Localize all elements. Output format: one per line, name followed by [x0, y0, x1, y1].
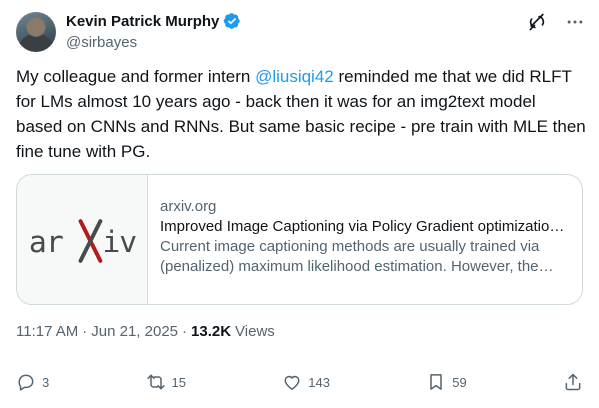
- meta-separator: ·: [82, 323, 88, 340]
- action-bar: 3 15 143 59: [16, 372, 583, 392]
- link-card[interactable]: ar iv arxiv.org Improved Image Captionin…: [16, 174, 583, 305]
- views-count[interactable]: 13.2K: [191, 323, 231, 340]
- svg-text:ar: ar: [29, 225, 63, 260]
- repost-button[interactable]: 15: [146, 372, 186, 392]
- bookmark-button[interactable]: 59: [426, 372, 467, 392]
- display-name[interactable]: Kevin Patrick Murphy: [66, 13, 219, 30]
- reply-button[interactable]: 3: [16, 372, 49, 392]
- arxiv-logo: ar iv: [29, 219, 137, 263]
- share-button[interactable]: [563, 372, 583, 392]
- card-description: Current image captioning methods are usu…: [160, 238, 540, 275]
- like-button[interactable]: 143: [282, 372, 330, 392]
- author-handle[interactable]: @sirbayes: [66, 34, 137, 51]
- card-body: arxiv.org Improved Image Captioning via …: [148, 175, 582, 304]
- tweet: Kevin Patrick Murphy @sirbayes My collea…: [0, 0, 599, 408]
- meta-separator: ·: [182, 323, 188, 340]
- verified-badge-icon: [223, 12, 241, 30]
- top-actions: [527, 12, 585, 32]
- tweet-text-before: My colleague and former intern: [16, 67, 256, 86]
- card-thumbnail: ar iv: [17, 175, 148, 304]
- tweet-date[interactable]: Jun 21, 2025: [91, 323, 178, 340]
- grok-icon[interactable]: [527, 12, 547, 32]
- card-title: Improved Image Captioning via Policy Gra…: [160, 218, 570, 235]
- avatar[interactable]: [16, 12, 56, 52]
- reply-icon: [18, 374, 34, 391]
- name-row: Kevin Patrick Murphy: [66, 12, 241, 30]
- repost-icon: [146, 374, 165, 390]
- heart-icon: [284, 375, 300, 390]
- reply-count: 3: [42, 374, 50, 390]
- mention-link[interactable]: @liusiqi42: [255, 67, 334, 86]
- bookmark-icon: [430, 374, 442, 390]
- tweet-time[interactable]: 11:17 AM: [16, 323, 78, 340]
- share-icon: [565, 373, 581, 391]
- tweet-text: My colleague and former intern @liusiqi4…: [16, 64, 586, 164]
- like-count: 143: [308, 374, 330, 390]
- tweet-meta: 11:17 AM · Jun 21, 2025 · 13.2K Views: [16, 323, 275, 340]
- bookmark-count: 59: [452, 374, 467, 390]
- views-label: Views: [235, 323, 275, 340]
- svg-text:iv: iv: [102, 225, 136, 260]
- more-icon[interactable]: [565, 12, 585, 32]
- repost-count: 15: [171, 374, 186, 390]
- card-domain: arxiv.org: [160, 198, 217, 215]
